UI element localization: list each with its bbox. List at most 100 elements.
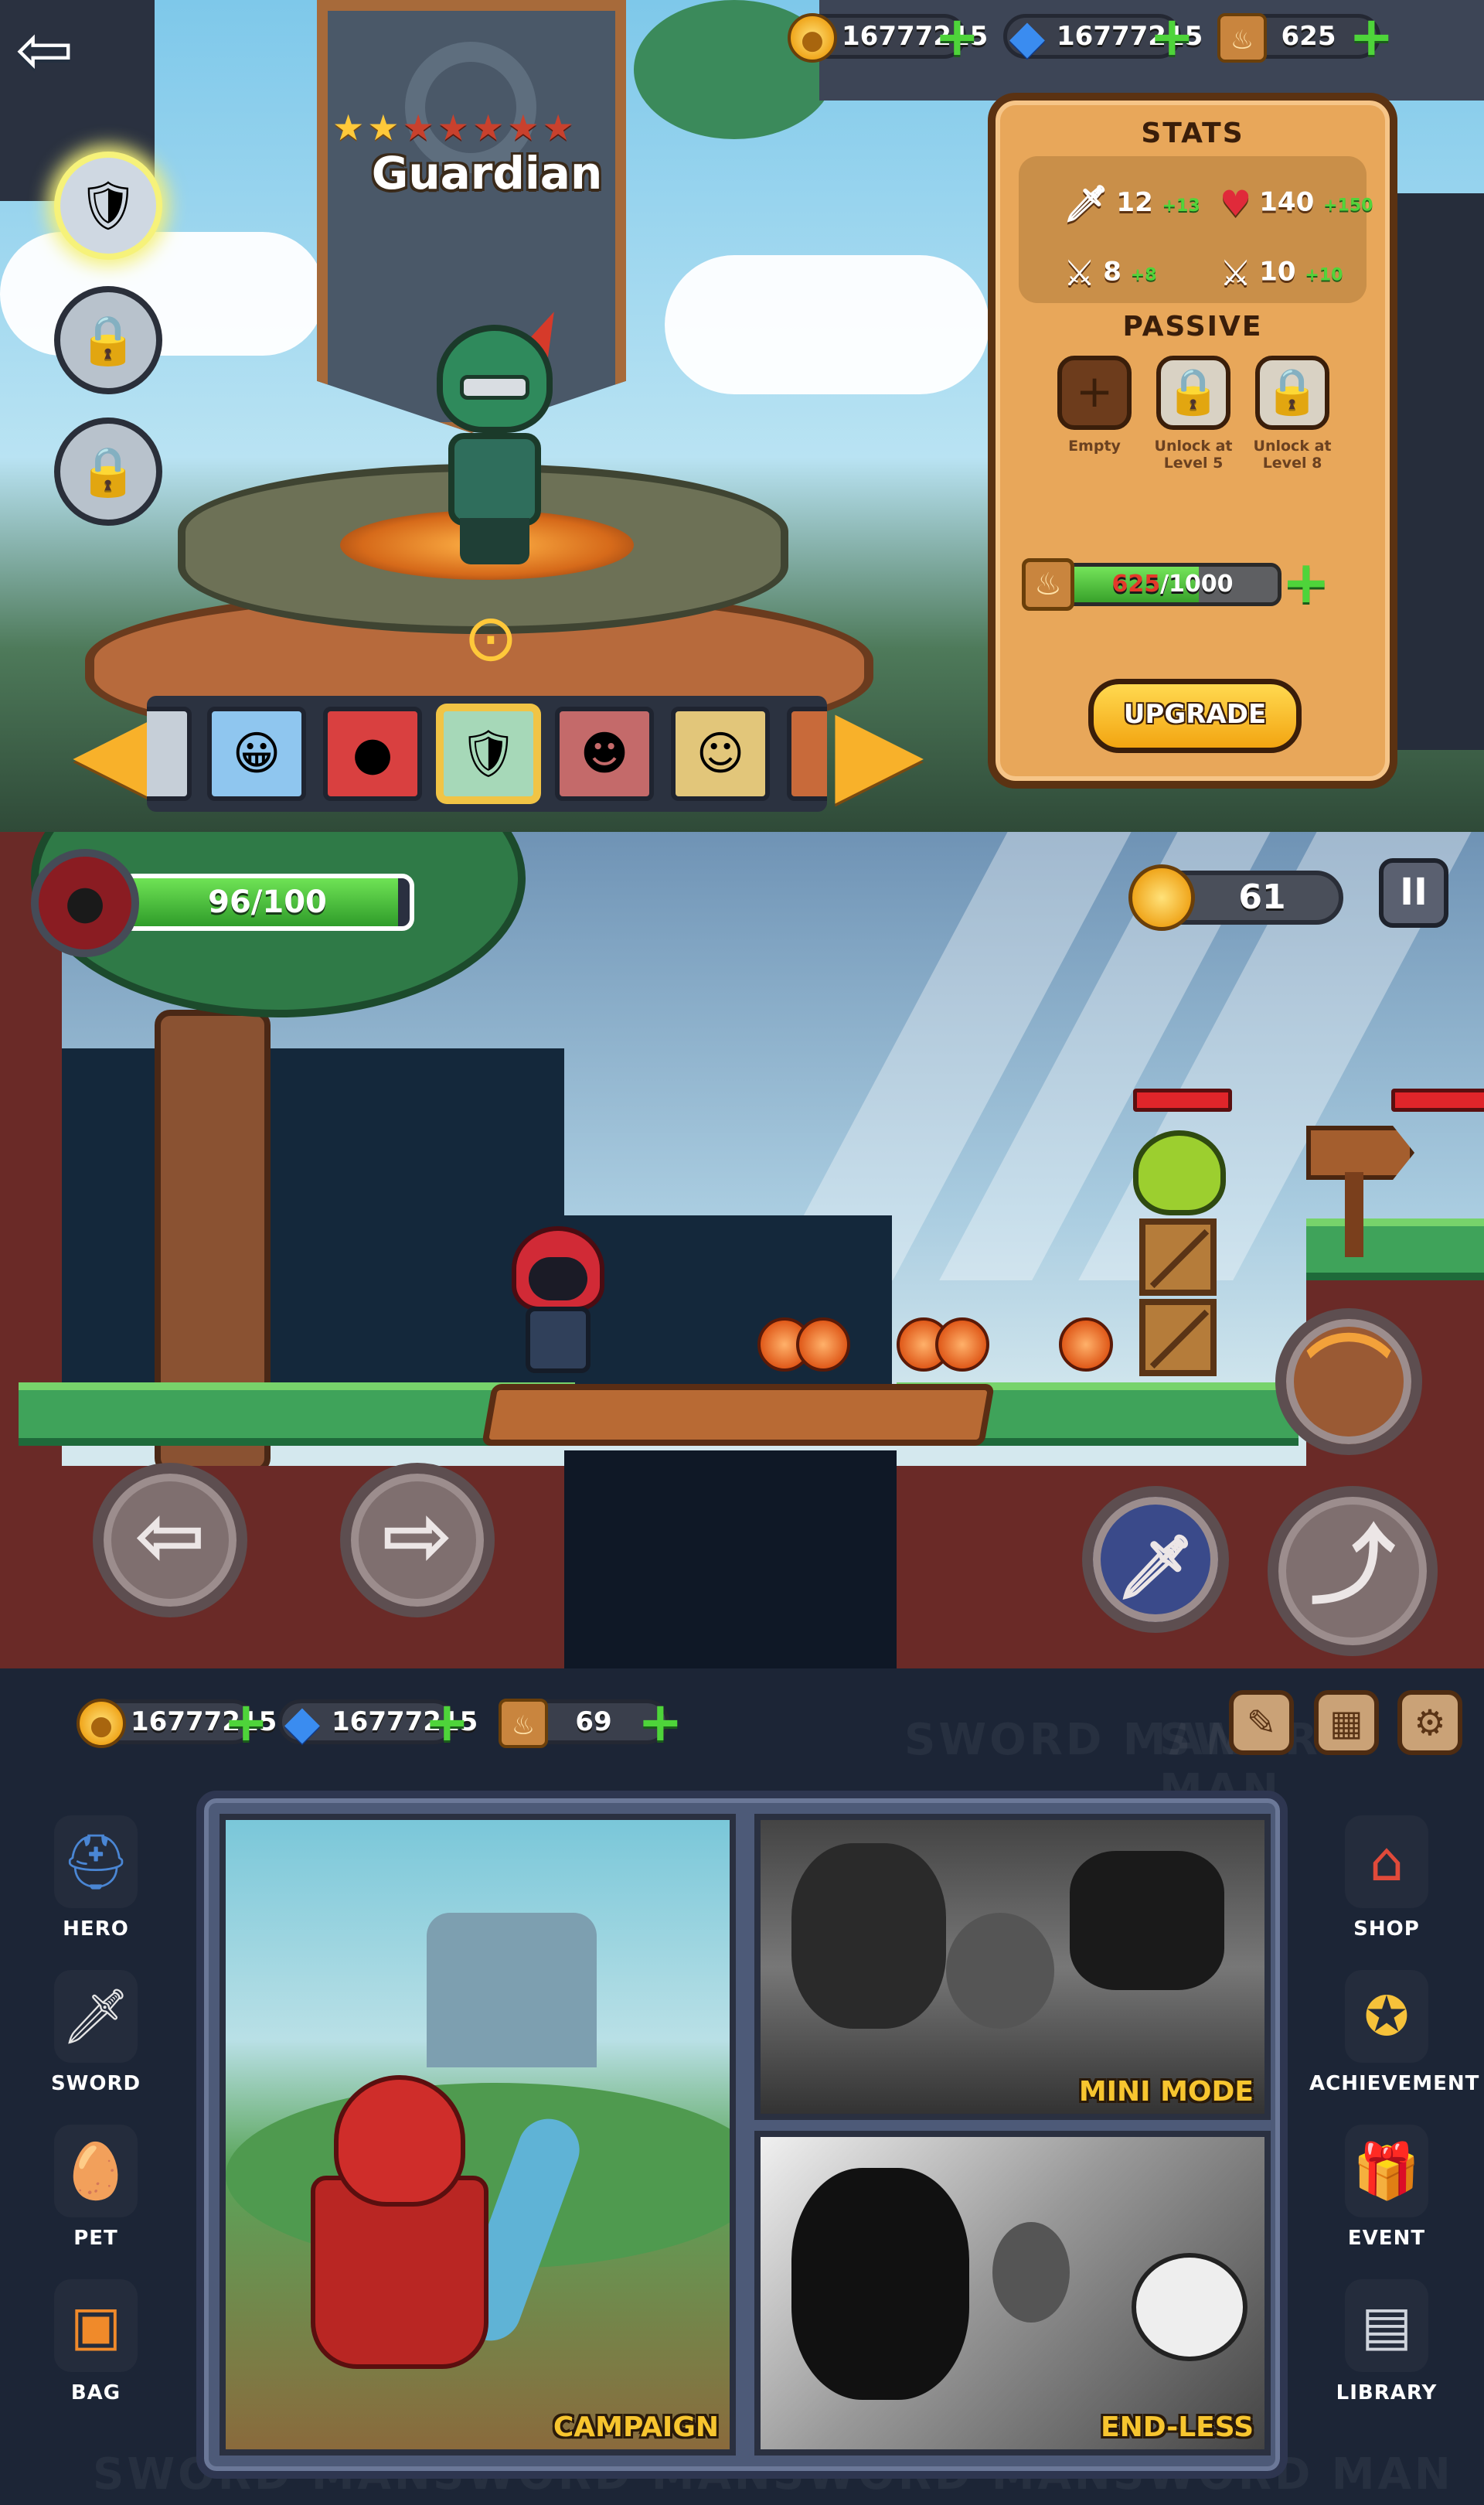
jump-button[interactable]: ⤴ bbox=[1268, 1486, 1438, 1656]
add-gems-button[interactable]: + bbox=[424, 1695, 470, 1749]
mode-select-frame: CAMPAIGN MINI MODE END-LESS bbox=[196, 1791, 1288, 2479]
add-coins-button[interactable]: + bbox=[934, 9, 980, 63]
side-hero-locked[interactable]: 🔒 bbox=[54, 418, 162, 526]
sword-icon: 🗡 bbox=[1064, 182, 1109, 224]
side-hero-locked[interactable]: 🔒 bbox=[54, 286, 162, 394]
endless-mode-card[interactable]: END-LESS bbox=[754, 2131, 1271, 2456]
red-hood-icon: ● bbox=[64, 875, 106, 929]
menu-sword-button[interactable]: 🗡 SWORD bbox=[19, 1970, 173, 2109]
hero-card-ninja[interactable]: ☻ bbox=[555, 707, 654, 801]
move-right-button[interactable]: ⇨ bbox=[340, 1463, 495, 1617]
hero-card[interactable] bbox=[147, 707, 192, 801]
coins-counter: ● 16777215 + bbox=[77, 1695, 277, 1749]
lock-icon: 🔒 bbox=[78, 443, 138, 499]
hero-silhouette bbox=[1070, 1851, 1224, 1990]
mini-mode-card[interactable]: MINI MODE bbox=[754, 1814, 1271, 2120]
arrow-right-icon: ⇨ bbox=[381, 1486, 454, 1585]
enemy-health-bar bbox=[1133, 1089, 1232, 1112]
player-health-text: 96/100 bbox=[208, 884, 327, 920]
star-icon: ★ bbox=[507, 107, 539, 148]
medal-icon: ✪ bbox=[1345, 1970, 1428, 2063]
player-health-bar: 96/100 bbox=[121, 874, 414, 931]
coin-icon: ● bbox=[788, 13, 837, 63]
menu-bag-button[interactable]: ▣ BAG bbox=[19, 2279, 173, 2418]
book-icon: ▤ bbox=[1345, 2279, 1428, 2372]
stats-title: STATS bbox=[1141, 118, 1244, 149]
menu-hero-button[interactable]: ⛑ HERO bbox=[19, 1815, 173, 1955]
cloud bbox=[0, 232, 325, 356]
sword-boost-icon: ⚔ bbox=[1220, 252, 1252, 294]
menu-label: SHOP bbox=[1353, 1917, 1420, 1941]
throw-boomerang-button[interactable]: ⌒ bbox=[1275, 1308, 1422, 1455]
stats-panel: STATS 🗡 12 +13 ♥ 140 +150 ⚔ 8 +8 ⚔ 10 +10 PA… bbox=[988, 93, 1397, 789]
sword-attack-button[interactable]: 🗡 bbox=[1082, 1486, 1229, 1633]
sword-icon: 🗡 bbox=[54, 1970, 138, 2063]
endless-label: END-LESS bbox=[1101, 2411, 1254, 2443]
side-hero-guardian[interactable]: 🛡 bbox=[54, 152, 162, 260]
pause-button[interactable]: II bbox=[1379, 858, 1448, 928]
add-gems-button[interactable]: + bbox=[1149, 9, 1195, 63]
add-energy-button[interactable]: + bbox=[638, 1695, 683, 1749]
add-coins-button[interactable]: + bbox=[223, 1695, 269, 1749]
campaign-mode-card[interactable]: CAMPAIGN bbox=[220, 1814, 736, 2456]
boomerang-icon: ⌒ bbox=[1306, 1327, 1391, 1426]
roster-prev-button[interactable]: ◀ bbox=[73, 692, 162, 812]
hero-silhouette bbox=[791, 2168, 969, 2400]
menu-achievement-button[interactable]: ✪ ACHIEVEMENT bbox=[1309, 1970, 1479, 2109]
menu-label: HERO bbox=[63, 1917, 129, 1941]
menu-label: LIBRARY bbox=[1336, 2381, 1438, 2404]
star-icon: ★ bbox=[472, 107, 505, 148]
sword-attack-icon: 🗡 bbox=[1116, 1531, 1195, 1603]
calendar-button[interactable]: ▦ bbox=[1314, 1690, 1379, 1755]
chest-icon: ▣ bbox=[54, 2279, 138, 2372]
settings-button[interactable]: ⚙ bbox=[1397, 1690, 1462, 1755]
star-icon: ★ bbox=[332, 107, 365, 148]
pedestal-emblem-icon: ⊙ bbox=[463, 600, 519, 676]
plus-icon: + bbox=[1075, 365, 1114, 418]
hero-xp-bar: 625/1000 bbox=[1064, 563, 1281, 606]
passive-slot-locked[interactable]: 🔒 bbox=[1255, 356, 1329, 430]
gift-icon: 🎁 bbox=[1345, 2125, 1428, 2217]
menu-label: BAG bbox=[70, 2381, 121, 2404]
hero-xp-text: 625/1000 bbox=[1111, 571, 1234, 598]
passive-slot-empty[interactable]: + bbox=[1057, 356, 1132, 430]
hero-card[interactable] bbox=[787, 707, 827, 801]
fire-icon: ♨ bbox=[1022, 558, 1074, 611]
hero-card-knight[interactable]: ☺ bbox=[671, 707, 770, 801]
passive-label: Empty bbox=[1068, 438, 1121, 455]
player-portrait: ● bbox=[31, 849, 139, 957]
dark-cliff bbox=[62, 1048, 564, 1435]
gem-icon: ◆ bbox=[1009, 10, 1046, 64]
star-icon: ★ bbox=[437, 107, 469, 148]
passive-slot-locked[interactable]: 🔒 bbox=[1156, 356, 1230, 430]
menu-pet-button[interactable]: 🥚 PET bbox=[19, 2125, 173, 2264]
tools-button[interactable]: ✎ bbox=[1229, 1690, 1294, 1755]
passive-title: PASSIVE bbox=[1122, 311, 1263, 343]
menu-library-button[interactable]: ▤ LIBRARY bbox=[1309, 2279, 1464, 2418]
calendar-icon: ▦ bbox=[1329, 1702, 1363, 1743]
coins-counter: ● 16777215 + bbox=[788, 9, 988, 63]
gems-counter: ◆ 16777215 + bbox=[278, 1695, 478, 1749]
hero-card-blue-hair[interactable]: 😀 bbox=[207, 707, 306, 801]
fire-icon: ♨ bbox=[499, 1699, 548, 1748]
hero-character bbox=[417, 304, 572, 564]
hero-card-guardian[interactable]: 🛡 bbox=[439, 707, 538, 801]
hero-card-red-hood[interactable]: ● bbox=[323, 707, 422, 801]
add-energy-button[interactable]: + bbox=[1349, 9, 1394, 63]
heart-icon: ♥ bbox=[1220, 182, 1252, 224]
menu-shop-button[interactable]: ⌂ SHOP bbox=[1309, 1815, 1464, 1955]
gameplay-screen: 96/100 ● 61 II ⇦ ⇨ 🗡 ⤴ ⌒ bbox=[0, 832, 1484, 1668]
fire-icon: ♨ bbox=[1217, 13, 1267, 63]
back-button[interactable]: ⇦ bbox=[15, 15, 100, 85]
move-left-button[interactable]: ⇦ bbox=[93, 1463, 247, 1617]
back-arrow-icon: ⇦ bbox=[15, 9, 74, 90]
roster-next-button[interactable]: ▶ bbox=[835, 692, 924, 812]
upgrade-button[interactable]: UPGRADE bbox=[1088, 679, 1302, 753]
hero-star-rating: ★ ★ ★ ★ ★ ★ ★ bbox=[332, 108, 649, 147]
add-xp-button[interactable]: + bbox=[1281, 553, 1331, 612]
wrench-icon: ✎ bbox=[1246, 1702, 1277, 1743]
star-icon: ★ bbox=[367, 107, 400, 148]
menu-event-button[interactable]: 🎁 EVENT bbox=[1309, 2125, 1464, 2264]
pit bbox=[564, 1450, 897, 1668]
stat-3: ⚔ 8 +8 bbox=[1064, 252, 1157, 294]
